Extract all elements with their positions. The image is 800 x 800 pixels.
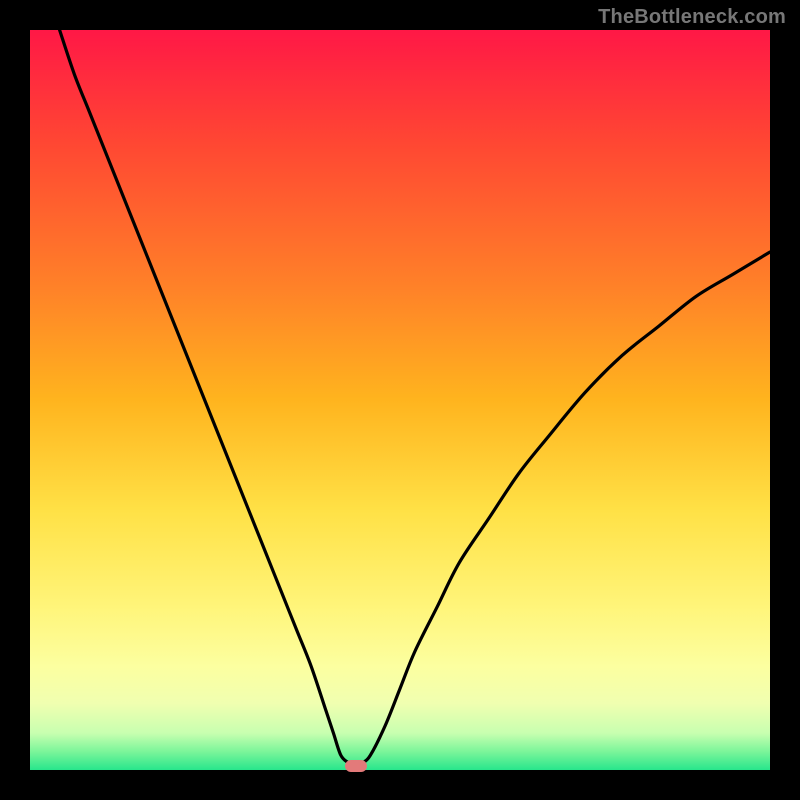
- watermark-text: TheBottleneck.com: [598, 6, 786, 29]
- plot-area: [30, 30, 770, 770]
- bottleneck-curve: [30, 30, 770, 770]
- optimal-point-marker: [345, 760, 367, 772]
- chart-frame: TheBottleneck.com: [0, 0, 800, 800]
